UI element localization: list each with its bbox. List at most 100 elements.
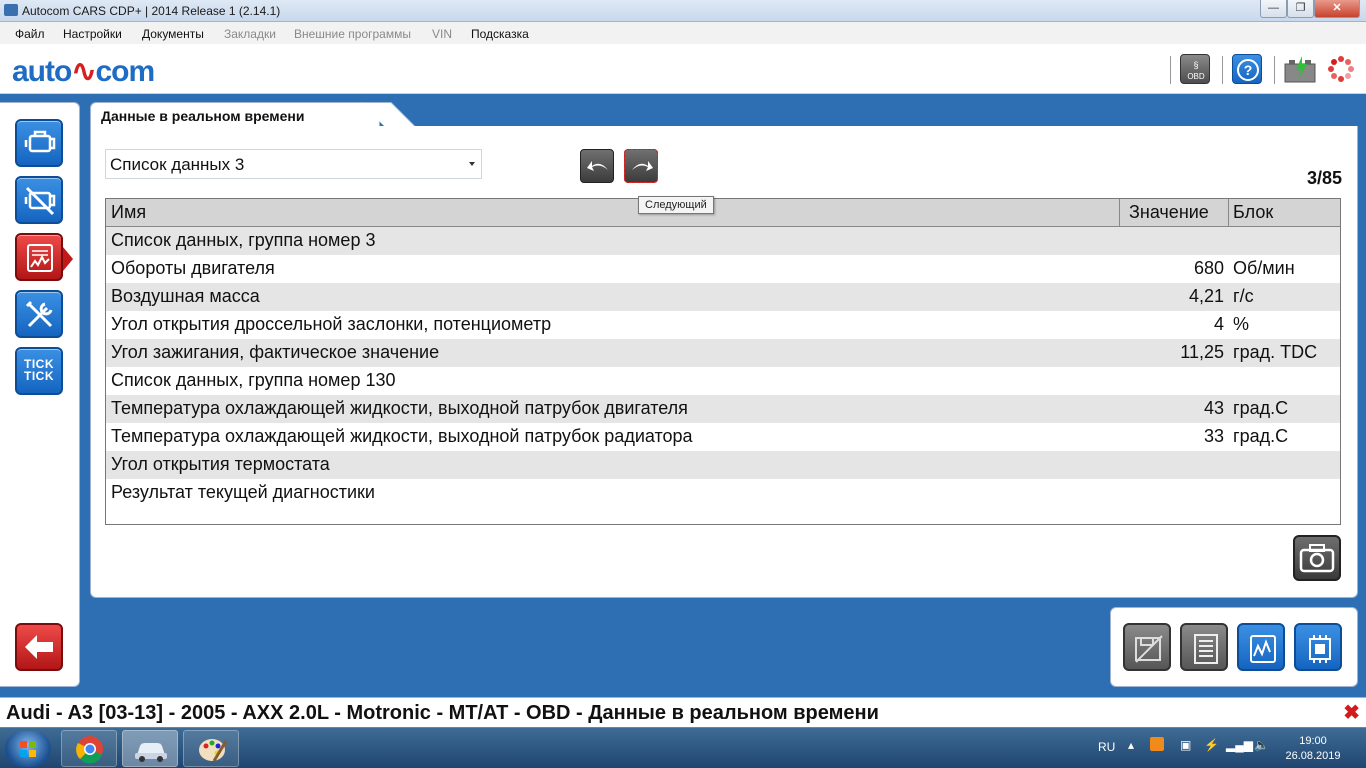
close-session-button[interactable]: ✖ (1343, 700, 1360, 725)
menu-help[interactable]: Подсказка (471, 27, 529, 41)
column-header-unit[interactable]: Блок (1233, 202, 1273, 223)
service-nav-button[interactable] (15, 290, 63, 338)
loading-spinner-icon (1326, 54, 1356, 84)
column-header-name[interactable]: Имя (111, 202, 146, 223)
app-icon (4, 4, 18, 16)
svg-text:§: § (1193, 60, 1198, 70)
row-name: Температура охлаждающей жидкости, выходн… (111, 426, 693, 446)
tick-tick-icon: TICK TICK (24, 357, 54, 383)
table-row[interactable]: Угол зажигания, фактическое значение 11,2… (106, 339, 1340, 367)
menu-vin[interactable]: VIN (432, 27, 452, 41)
table-row[interactable]: Воздушная масса 4,21 г/с (106, 283, 1340, 311)
back-button[interactable] (15, 623, 63, 671)
table-row[interactable]: Список данных, группа номер 130 (106, 367, 1340, 395)
autocom-logo: auto∿com (12, 55, 155, 88)
obd-law-icon[interactable]: § OBD (1180, 54, 1210, 84)
network-error-icon[interactable]: ▣ (1180, 738, 1191, 752)
row-unit: град.С (1233, 398, 1289, 418)
engine-crossed-icon (24, 186, 56, 216)
signal-icon[interactable]: ▂▄▆ (1226, 738, 1253, 752)
side-navigation: TICK TICK (0, 102, 80, 687)
power-icon[interactable]: ⚡ (1204, 738, 1219, 752)
screenshot-button[interactable] (1293, 535, 1341, 581)
menu-documents[interactable]: Документы (142, 27, 204, 41)
row-name: Температура охлаждающей жидкости, выходн… (111, 398, 688, 418)
row-name: Список данных, группа номер 130 (111, 370, 396, 390)
save-button[interactable] (1123, 623, 1171, 671)
menu-bar: Файл Настройки Документы Закладки Внешни… (0, 22, 1366, 44)
taskbar-paint[interactable] (183, 730, 239, 767)
table-row[interactable]: Угол открытия термостата (106, 451, 1340, 479)
row-name: Угол открытия термостата (111, 454, 330, 474)
help-icon[interactable]: ? (1232, 54, 1262, 84)
graph-icon (1250, 635, 1276, 663)
windows-taskbar: RU ▴ ▣ ⚡ ▂▄▆ 🔈 19:00 26.08.2019 (0, 727, 1366, 768)
tray-expand-icon[interactable]: ▴ (1128, 738, 1134, 752)
list-icon (1194, 634, 1218, 664)
table-row[interactable]: Список данных, группа номер 3 (106, 227, 1340, 255)
start-button[interactable] (5, 731, 51, 767)
row-value: 33 (1203, 426, 1224, 446)
minimize-button[interactable]: — (1260, 0, 1287, 18)
close-window-button[interactable]: ✕ (1314, 0, 1360, 18)
tick-tick-nav-button[interactable]: TICK TICK (15, 347, 63, 395)
table-row[interactable]: Результат текущей диагностики (106, 479, 1340, 507)
graph-view-button[interactable] (1237, 623, 1285, 671)
toolbar: auto∿com § OBD ? (0, 44, 1366, 94)
table-row[interactable]: Температура охлаждающей жидкости, выходн… (106, 423, 1340, 451)
menu-settings[interactable]: Настройки (63, 27, 122, 41)
menu-file[interactable]: Файл (15, 27, 45, 41)
arrow-forward-icon (632, 161, 653, 171)
module-icon (1309, 635, 1331, 663)
back-arrow-icon (25, 635, 53, 659)
row-unit: % (1233, 314, 1250, 334)
title-bar: Autocom CARS CDP+ | 2014 Release 1 (2.14… (0, 0, 1366, 22)
restore-button[interactable]: ❐ (1287, 0, 1314, 18)
data-list-select-value: Список данных 3 (110, 155, 245, 174)
taskbar-chrome[interactable] (61, 730, 117, 767)
save-disabled-icon (1135, 635, 1163, 663)
status-bar: Audi - A3 [03-13] - 2005 - AXX 2.0L - Mo… (0, 697, 1366, 727)
taskbar-autocom[interactable] (122, 730, 178, 767)
next-tooltip: Следующий (638, 196, 714, 214)
chrome-icon (76, 736, 103, 764)
row-name: Список данных, группа номер 3 (111, 230, 376, 250)
table-header: Имя Значение Блок (106, 199, 1340, 227)
svg-text:?: ? (1244, 62, 1253, 78)
row-value: 4 (1213, 314, 1224, 334)
row-name: Результат текущей диагностики (111, 482, 375, 502)
table-row[interactable]: Обороты двигателя 680 Об/мин (106, 255, 1340, 283)
row-value: 43 (1203, 398, 1224, 418)
autocom-car-icon (135, 743, 167, 762)
tools-icon (25, 300, 53, 328)
fault-codes-nav-button[interactable] (15, 176, 63, 224)
tray-app-icon[interactable] (1150, 737, 1164, 751)
row-name: Угол открытия дроссельной заслонки, поте… (111, 314, 552, 334)
column-header-value[interactable]: Значение (1129, 202, 1209, 223)
row-name: Обороты двигателя (111, 258, 275, 278)
data-list-select[interactable]: Список данных 3 (105, 149, 482, 179)
row-name: Воздушная масса (111, 286, 260, 306)
live-data-icon (27, 244, 53, 272)
menu-bookmarks[interactable]: Закладки (224, 27, 276, 41)
table-row[interactable]: Температура охлаждающей жидкости, выходн… (106, 395, 1340, 423)
list-view-button[interactable] (1180, 623, 1228, 671)
live-data-nav-button[interactable] (15, 233, 73, 281)
engine-nav-button[interactable] (15, 119, 63, 167)
camera-icon (1299, 544, 1335, 573)
svg-text:OBD: OBD (1187, 72, 1205, 81)
module-view-button[interactable] (1294, 623, 1342, 671)
volume-icon[interactable]: 🔈 (1254, 738, 1269, 752)
next-button[interactable] (624, 149, 658, 183)
engine-icon (24, 130, 56, 153)
live-data-table: Имя Значение Блок Список данных, группа … (105, 198, 1341, 525)
bottom-toolbar (1110, 607, 1358, 687)
menu-external-programs[interactable]: Внешние программы (294, 27, 411, 41)
battery-charge-icon (1284, 54, 1316, 84)
language-indicator[interactable]: RU (1098, 740, 1115, 754)
previous-button[interactable] (580, 149, 614, 183)
taskbar-clock[interactable]: 19:00 26.08.2019 (1276, 734, 1350, 764)
paint-icon (199, 739, 228, 762)
table-row[interactable]: Угол открытия дроссельной заслонки, поте… (106, 311, 1340, 339)
tab-live-data[interactable]: Данные в реальном времени (90, 102, 380, 128)
